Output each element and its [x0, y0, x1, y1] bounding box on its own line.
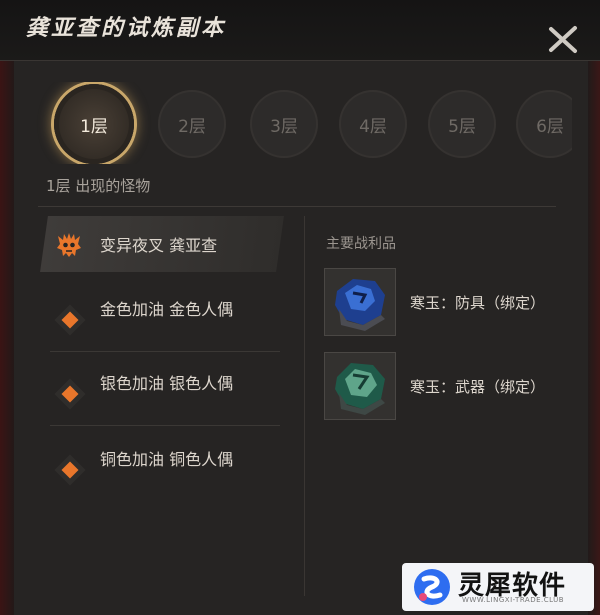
monster-name: 金色加油 金色人偶	[100, 300, 234, 319]
watermark-url: WWW.LINGXI-TRADE.CLUB	[462, 596, 565, 604]
floor-tab-4[interactable]: 4层	[339, 90, 407, 158]
monster-item-boss[interactable]: 变异夜叉 龚亚查	[40, 216, 284, 278]
loot-name: 寒玉：防具（绑定）	[410, 294, 546, 312]
boss-skull-icon	[57, 233, 81, 257]
blue-jade-stone-icon	[325, 269, 395, 335]
column-divider	[304, 216, 305, 596]
dialog-title: 龚亚查的试炼副本	[26, 15, 227, 41]
lingxi-logo-icon	[414, 569, 450, 605]
background-right-edge	[586, 0, 600, 615]
loot-item-armor-jade[interactable]: 寒玉：防具（绑定）	[324, 268, 574, 340]
floor-tab-1[interactable]: 1层	[54, 84, 134, 164]
loot-item-weapon-jade[interactable]: 寒玉：武器（绑定）	[324, 352, 574, 424]
row-divider	[50, 425, 280, 426]
monster-name: 银色加油 银色人偶	[100, 374, 234, 393]
section-divider	[38, 206, 556, 207]
floor-tab-6[interactable]: 6层	[516, 90, 572, 158]
floor-tab-2[interactable]: 2层	[158, 90, 226, 158]
orange-diamond-icon	[61, 385, 79, 403]
loot-thumbnail	[324, 268, 396, 336]
title-bar: 龚亚查的试炼副本	[0, 0, 600, 61]
monster-name: 铜色加油 铜色人偶	[100, 450, 234, 469]
floor-selector: 1层 2层 3层 4层 5层 6层	[32, 82, 572, 164]
floor-tab-5[interactable]: 5层	[428, 90, 496, 158]
close-button[interactable]	[546, 22, 580, 56]
orange-diamond-icon	[61, 461, 79, 479]
floor-tab-3[interactable]: 3层	[250, 90, 318, 158]
green-jade-stone-icon	[325, 353, 395, 419]
loot-name: 寒玉：武器（绑定）	[410, 378, 546, 396]
row-divider	[50, 351, 280, 352]
monster-item-bronze[interactable]: 铜色加油 铜色人偶	[44, 440, 284, 502]
loot-section-title: 主要战利品	[326, 236, 396, 252]
monster-name: 变异夜叉 龚亚查	[100, 236, 218, 255]
monster-item-silver[interactable]: 银色加油 银色人偶	[44, 364, 284, 426]
orange-diamond-icon	[61, 311, 79, 329]
watermark-badge: 灵犀软件 WWW.LINGXI-TRADE.CLUB	[402, 563, 594, 611]
loot-thumbnail	[324, 352, 396, 420]
close-icon	[549, 26, 577, 53]
monster-item-gold[interactable]: 金色加油 金色人偶	[44, 290, 284, 352]
floor-monsters-caption: 1层 出现的怪物	[46, 177, 151, 195]
